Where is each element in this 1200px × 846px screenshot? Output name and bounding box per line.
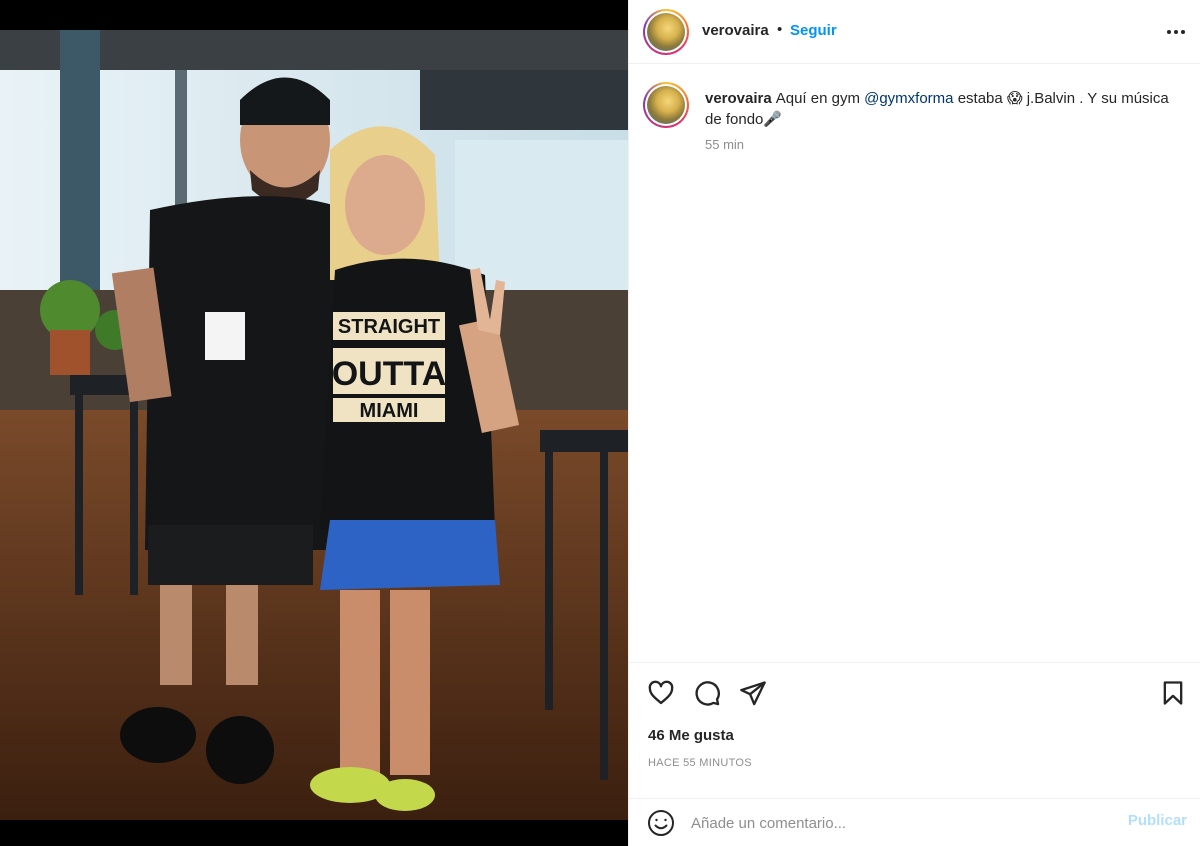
avatar-image bbox=[647, 13, 685, 51]
post-side-panel: verovaira • Seguir verovaira Aquí en gym … bbox=[628, 0, 1200, 846]
bookmark-icon[interactable] bbox=[1157, 677, 1189, 709]
header-username[interactable]: verovaira bbox=[702, 22, 769, 39]
publish-button[interactable]: Publicar bbox=[1128, 812, 1187, 829]
comment-bar: Publicar bbox=[629, 798, 1200, 846]
comment-icon[interactable] bbox=[691, 677, 723, 709]
share-icon[interactable] bbox=[737, 677, 769, 709]
caption-time: 55 min bbox=[705, 137, 745, 152]
post-actions: 46 Me gusta HACE 55 MINUTOS bbox=[629, 662, 1200, 798]
post-caption: verovaira Aquí en gym @gymxforma estaba 😱… bbox=[705, 88, 1175, 130]
smiley-icon[interactable] bbox=[645, 807, 677, 839]
shocked-emoji-icon: 😱 bbox=[1006, 89, 1023, 107]
caption-mention[interactable]: @gymxforma bbox=[864, 90, 953, 107]
shirt-line-1: STRAIGHT bbox=[338, 316, 440, 338]
shirt-line-2: OUTTA bbox=[332, 355, 447, 393]
more-options-icon[interactable] bbox=[1163, 22, 1189, 42]
shirt-line-3: MIAMI bbox=[360, 400, 419, 422]
caption-text-2: estaba bbox=[953, 90, 1007, 107]
follow-button[interactable]: Seguir bbox=[790, 22, 837, 39]
comment-input[interactable] bbox=[691, 811, 1111, 835]
caption-text-1: Aquí en gym bbox=[775, 90, 865, 107]
caption-avatar-image bbox=[647, 86, 685, 124]
post-header: verovaira • Seguir bbox=[629, 0, 1200, 64]
post-photo[interactable]: STRAIGHT OUTTA MIAMI bbox=[0, 30, 628, 820]
caption-avatar[interactable] bbox=[643, 82, 689, 128]
microphone-emoji-icon: 🎤 bbox=[763, 110, 783, 128]
heart-icon[interactable] bbox=[645, 677, 677, 709]
avatar[interactable] bbox=[643, 9, 689, 55]
caption-username[interactable]: verovaira bbox=[705, 90, 772, 107]
post-media-pane: STRAIGHT OUTTA MIAMI bbox=[0, 0, 628, 846]
posted-ago: HACE 55 MINUTOS bbox=[648, 757, 752, 769]
photo-illustration: STRAIGHT OUTTA MIAMI bbox=[0, 30, 628, 820]
likes-count[interactable]: 46 Me gusta bbox=[648, 727, 734, 744]
separator-dot: • bbox=[777, 21, 783, 38]
